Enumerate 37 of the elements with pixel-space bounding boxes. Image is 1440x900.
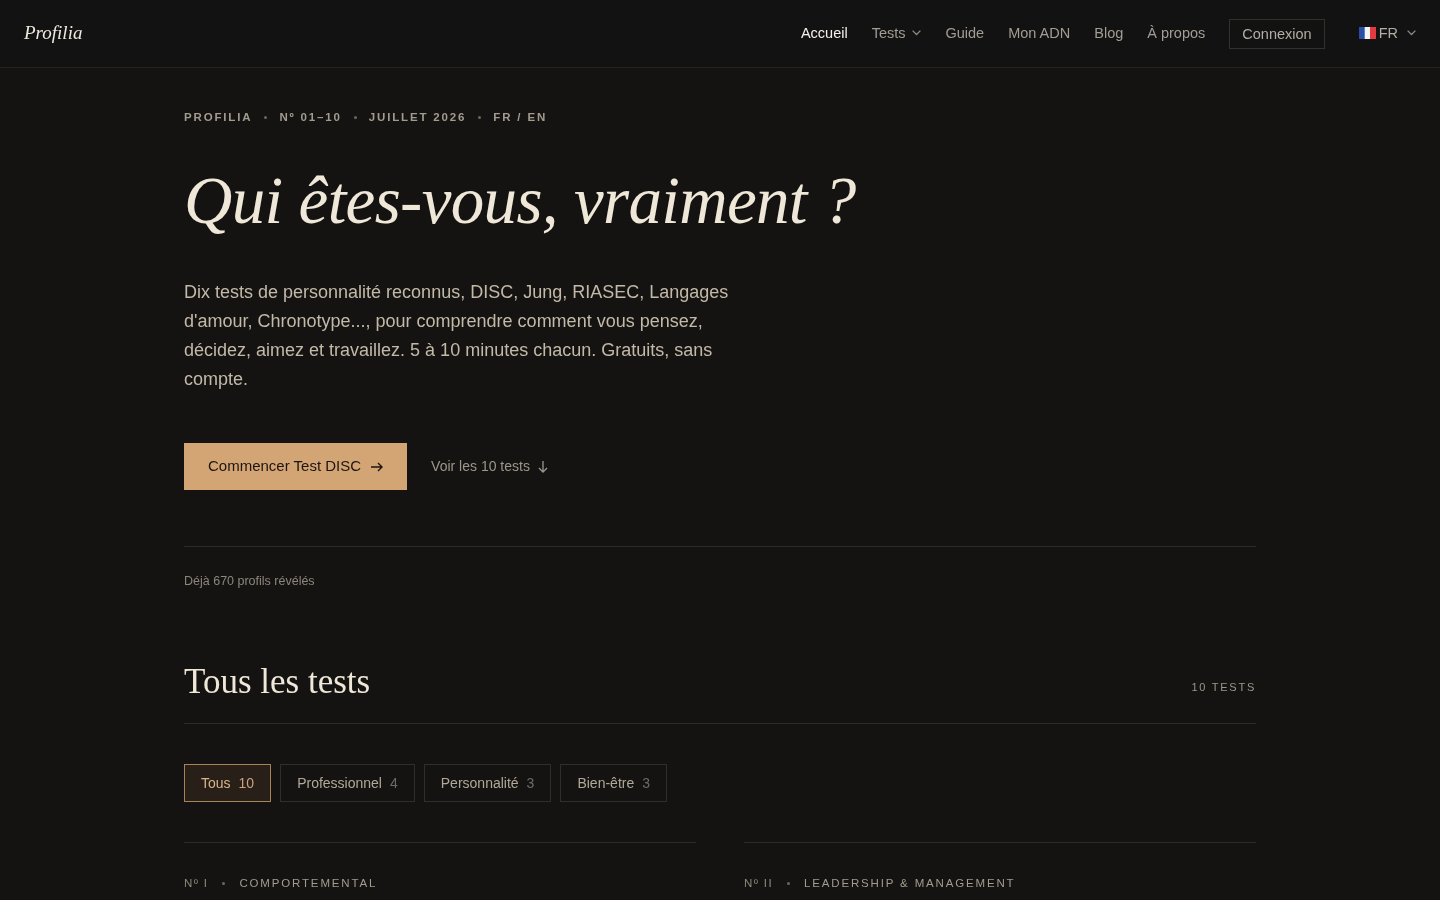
eyebrow-text: PROFILIA [184, 110, 253, 124]
nav-link[interactable]: Mon ADN [1008, 24, 1071, 43]
see-all-tests-link[interactable]: Voir les 10 tests [431, 456, 548, 477]
start-test-button[interactable]: Commencer Test DISC [184, 443, 408, 490]
nav-link[interactable]: Blog [1094, 24, 1124, 43]
tricolor-flag-icon [1358, 27, 1376, 40]
dot-separator-icon [222, 881, 226, 885]
arrow-right-icon [371, 461, 384, 472]
test-number: Nº I [184, 876, 209, 890]
filter-tab[interactable]: Personnalité 3 [423, 764, 552, 802]
login-button[interactable]: Connexion [1229, 18, 1325, 49]
eyebrow-text: FR / EN [493, 110, 548, 124]
nav-link[interactable]: À propos [1147, 24, 1206, 43]
nav-link[interactable]: Accueil [800, 24, 848, 43]
dot-separator-icon [353, 115, 357, 119]
profiles-count-text: Déjà 670 profils révélés [184, 573, 316, 590]
filter-tab[interactable]: Professionnel 4 [280, 764, 415, 802]
dot-separator-icon [787, 881, 790, 885]
language-selector[interactable]: FR [1358, 24, 1416, 43]
nav-link[interactable]: Tests [871, 24, 922, 43]
tests-count-text: 10 TESTS [1191, 679, 1256, 695]
chevron-down-icon [1407, 30, 1416, 37]
hero-description: Dix tests de personnalité reconnus, DISC, Jung, RIASEC, Langages d'amour, Chronotype..., pour comprendre comment vous pensez, décidez, aimez et travaillez. 5 à 10 minutes chacun. Gratuits, sans compte. [184, 281, 730, 391]
dot-separator-icon [264, 115, 268, 119]
filter-tab[interactable]: Bien-être 3 [560, 764, 667, 802]
eyebrow-text: JUILLET 2026 [368, 110, 467, 124]
arrow-down-icon [537, 460, 548, 473]
test-category: LEADERSHIP & MANAGEMENT [804, 876, 1016, 890]
test-number: Nº II [744, 876, 773, 890]
dot-separator-icon [478, 115, 482, 119]
filter-tab[interactable]: Tous 10 [184, 764, 272, 802]
site-logo[interactable]: Profilia [24, 22, 83, 45]
hero-title: Qui êtes-vous, vraiment ? [184, 162, 857, 239]
test-category: COMPORTEMENTAL [239, 876, 378, 890]
nav-link[interactable]: Guide [945, 24, 985, 43]
eyebrow-text: Nº 01–10 [279, 110, 342, 124]
section-heading: Tous les tests [184, 661, 371, 703]
